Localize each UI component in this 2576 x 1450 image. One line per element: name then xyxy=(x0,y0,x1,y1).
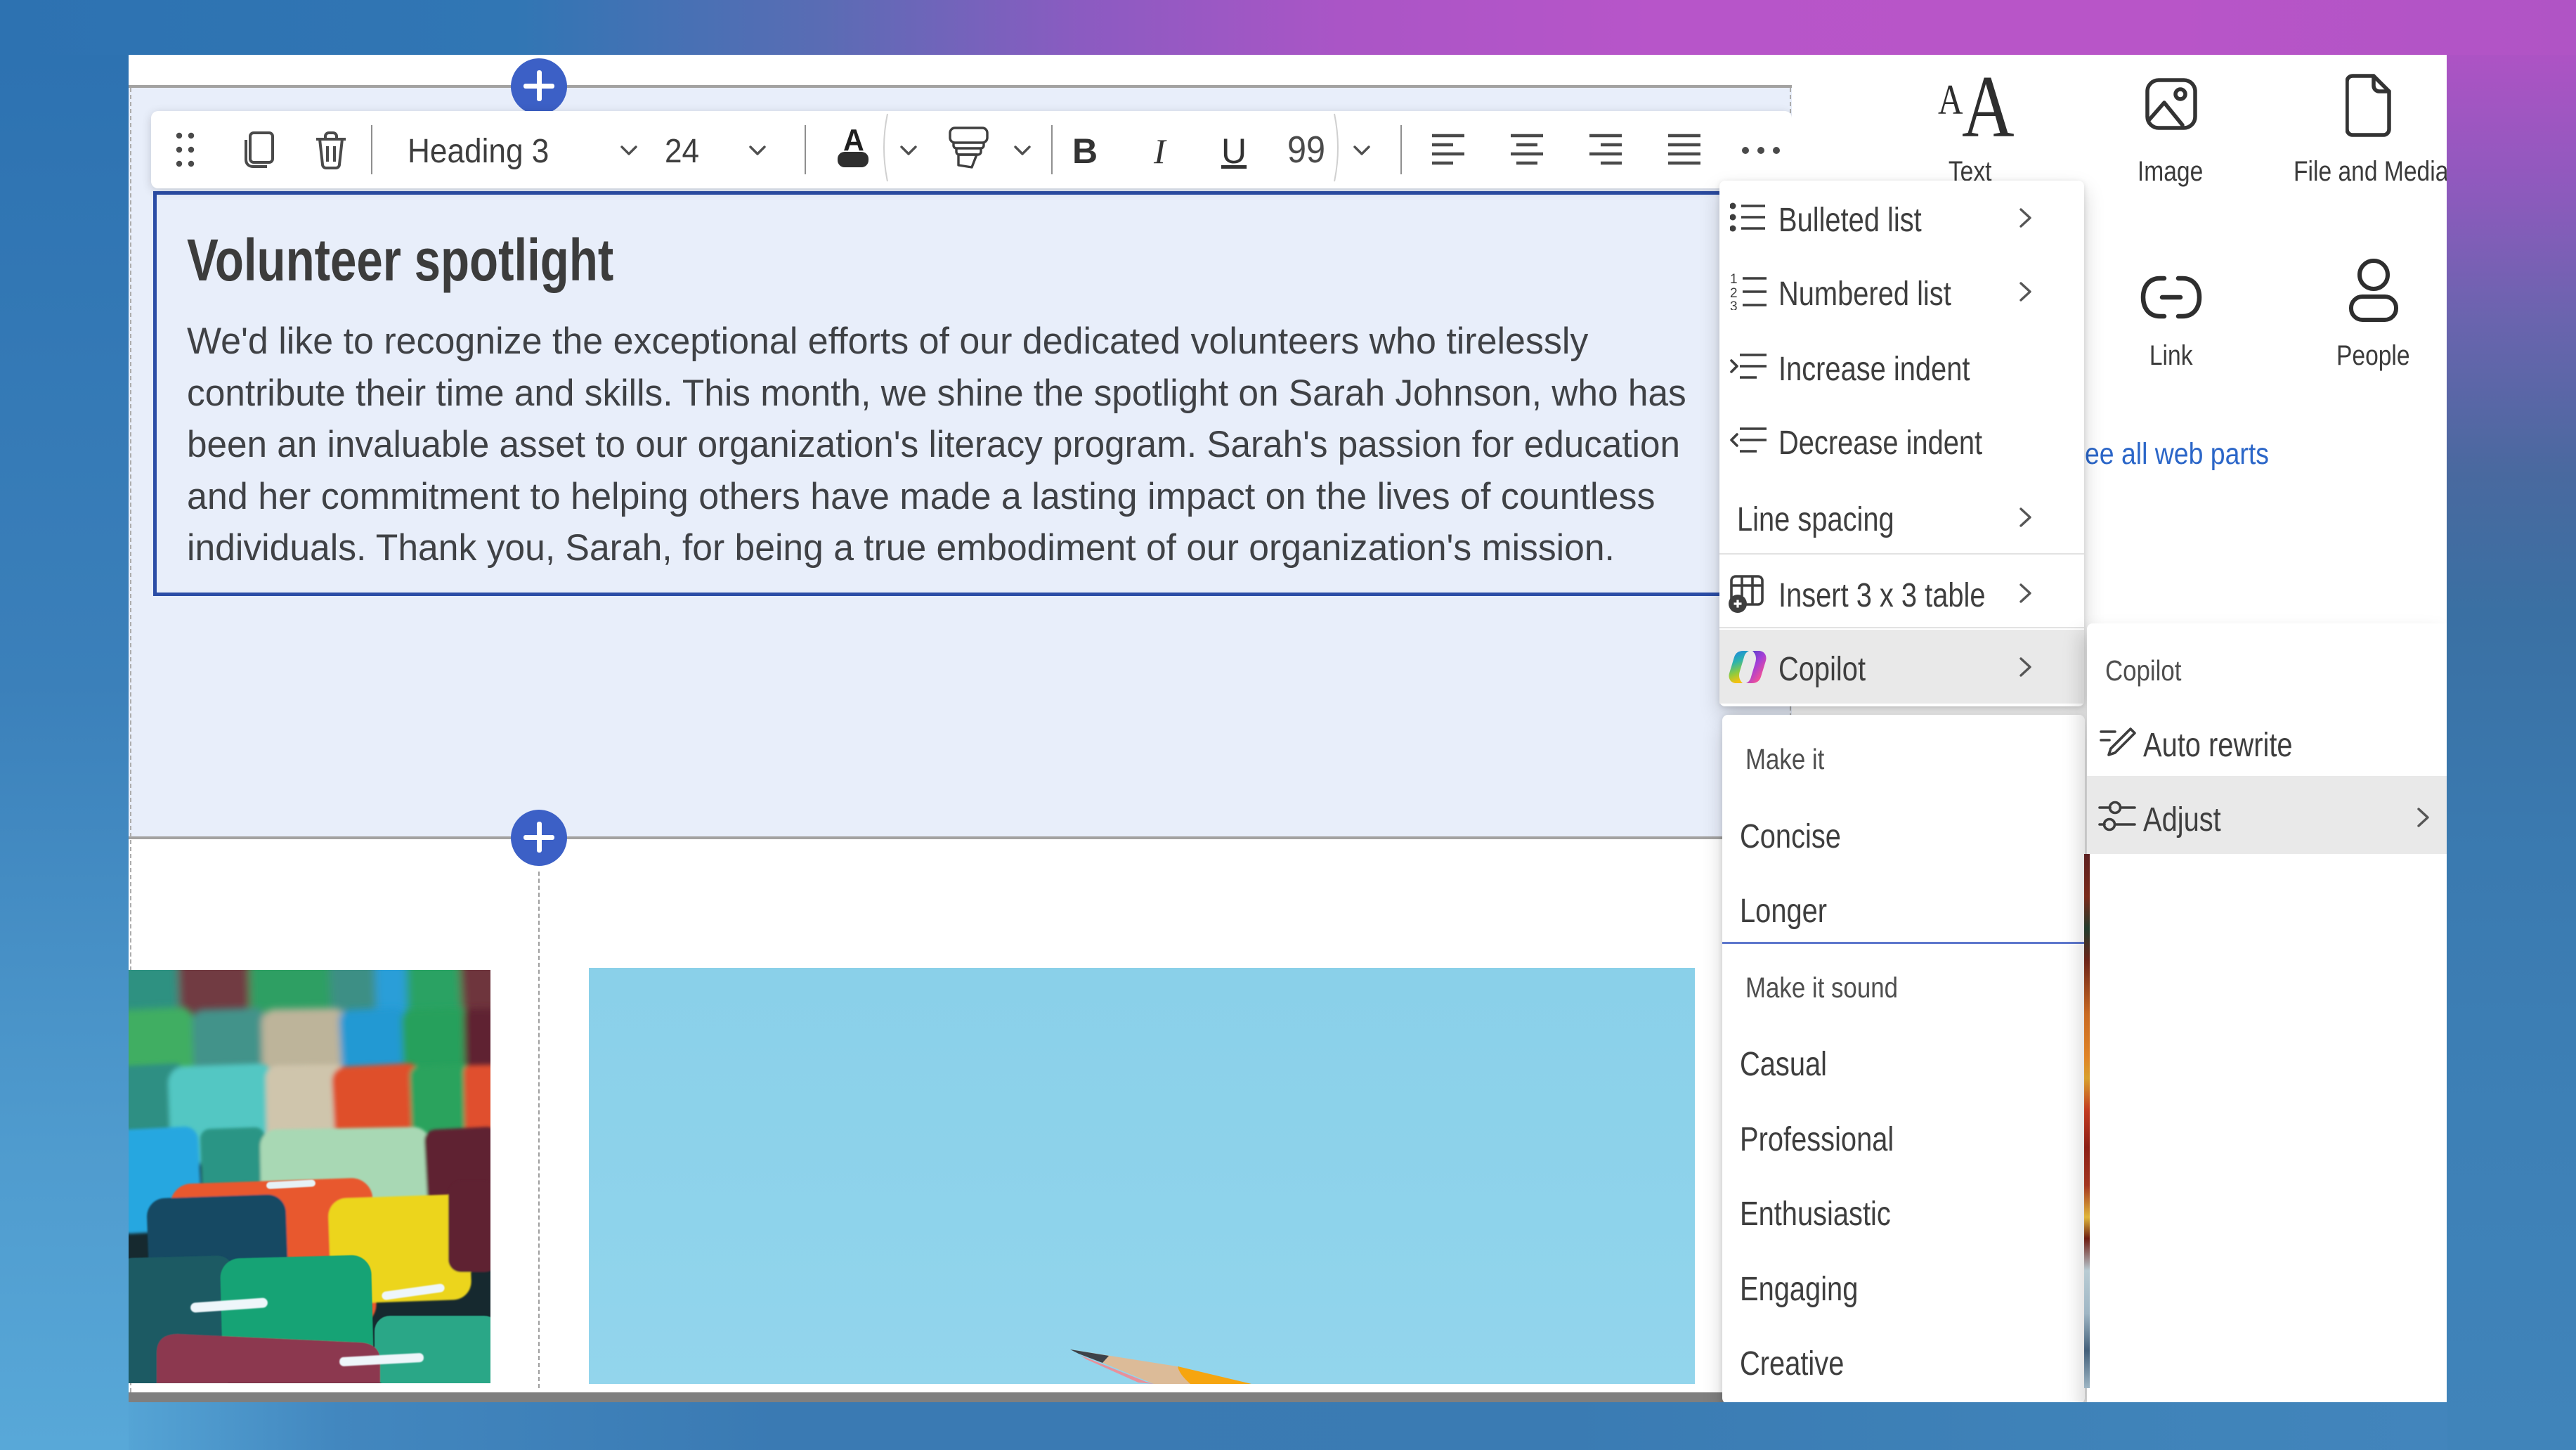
svg-text:3: 3 xyxy=(1730,299,1738,310)
svg-text:2: 2 xyxy=(1730,286,1738,301)
svg-text:1: 1 xyxy=(1730,273,1738,287)
